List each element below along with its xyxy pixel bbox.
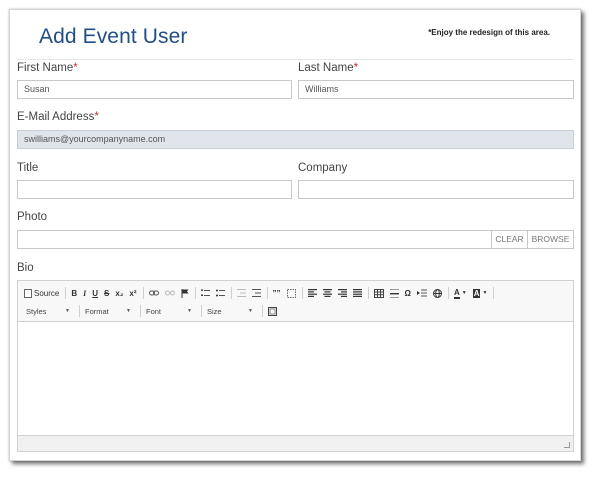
chevron-down-icon: ▼ — [187, 308, 192, 314]
page-title: Add Event User — [39, 25, 188, 48]
toolbar-separator — [266, 287, 268, 299]
font-dropdown[interactable]: Font ▼ — [146, 305, 196, 317]
text-color-icon: A — [453, 287, 460, 299]
iframe-globe-icon[interactable] — [432, 286, 442, 300]
underline-button[interactable]: U — [92, 286, 98, 300]
size-dropdown[interactable]: Size ▼ — [207, 305, 257, 317]
add-event-user-dialog: Add Event User *Enjoy the redesign of th… — [9, 9, 581, 461]
bio-rich-text-editor: Source B I U S x₂ x² ”” Ω A ▼ A ▼ Styles… — [17, 280, 574, 452]
chevron-down-icon: ▼ — [248, 308, 253, 314]
chevron-down-icon: ▼ — [65, 308, 70, 314]
first-name-label-text: First Name — [17, 62, 74, 74]
toolbar-separator — [367, 287, 369, 299]
browse-button[interactable]: BROWSE — [527, 230, 574, 249]
blockquote-icon[interactable]: ”” — [273, 286, 281, 300]
editor-toolbar: Source B I U S x₂ x² ”” Ω A ▼ A ▼ Styles… — [18, 281, 573, 322]
toolbar-separator — [493, 287, 495, 299]
format-dropdown[interactable]: Format ▼ — [85, 305, 135, 317]
source-button[interactable]: Source — [24, 286, 59, 300]
editor-status-bar — [18, 435, 573, 451]
background-color-icon: A — [472, 288, 481, 298]
toolbar-separator — [262, 305, 263, 317]
align-center-icon[interactable] — [322, 286, 332, 300]
toolbar-row-2: Styles ▼ Format ▼ Font ▼ Size ▼ — [24, 305, 283, 317]
toolbar-separator — [142, 287, 144, 299]
table-icon[interactable] — [373, 286, 384, 300]
link-icon[interactable] — [148, 286, 159, 300]
background-color-button[interactable]: A ▼ — [472, 286, 488, 300]
first-name-label: First Name* — [17, 62, 78, 74]
create-div-icon[interactable] — [286, 286, 296, 300]
toolbar-separator — [301, 287, 303, 299]
size-dropdown-label: Size — [207, 306, 222, 316]
toolbar-separator — [230, 287, 232, 299]
bold-button[interactable]: B — [71, 286, 77, 300]
maximize-icon[interactable] — [268, 304, 277, 318]
photo-label: Photo — [17, 211, 48, 223]
source-label: Source — [34, 288, 60, 298]
email-label: E-Mail Address* — [17, 111, 99, 123]
resize-grip-icon[interactable] — [564, 442, 570, 448]
numbered-list-icon[interactable] — [200, 286, 210, 300]
email-label-text: E-Mail Address — [17, 111, 95, 123]
chevron-down-icon: ▼ — [482, 290, 488, 296]
subscript-button[interactable]: x₂ — [115, 286, 123, 300]
title-input[interactable] — [17, 180, 292, 199]
document-icon — [24, 288, 32, 298]
company-label: Company — [298, 162, 348, 174]
italic-button[interactable]: I — [83, 286, 86, 300]
toolbar-separator — [79, 305, 80, 317]
superscript-button[interactable]: x² — [129, 286, 136, 300]
toolbar-separator — [140, 305, 141, 317]
toolbar-separator — [201, 305, 202, 317]
page-break-icon[interactable] — [416, 286, 427, 300]
first-name-input[interactable]: Susan — [17, 80, 292, 99]
bio-content-area[interactable] — [18, 322, 573, 435]
chevron-down-icon: ▼ — [461, 290, 467, 296]
title-label: Title — [17, 162, 39, 174]
toolbar-separator — [447, 287, 449, 299]
required-marker: * — [94, 111, 99, 123]
required-marker: * — [73, 62, 78, 74]
photo-path-input[interactable] — [17, 230, 492, 249]
align-right-icon[interactable] — [337, 286, 347, 300]
anchor-flag-icon[interactable] — [181, 286, 189, 300]
horizontal-line-icon[interactable] — [389, 286, 399, 300]
styles-dropdown[interactable]: Styles ▼ — [24, 305, 74, 317]
align-left-icon[interactable] — [307, 286, 317, 300]
bullet-list-icon[interactable] — [215, 286, 225, 300]
strikethrough-button[interactable]: S — [104, 286, 109, 300]
chevron-down-icon: ▼ — [126, 308, 131, 314]
unlink-icon[interactable] — [164, 286, 175, 300]
toolbar-separator — [194, 287, 196, 299]
header-divider — [17, 59, 573, 60]
justify-icon[interactable] — [352, 286, 362, 300]
outdent-icon[interactable] — [236, 286, 246, 300]
text-color-button[interactable]: A ▼ — [453, 286, 467, 300]
special-character-icon[interactable]: Ω — [405, 286, 411, 300]
toolbar-row-1: Source B I U S x₂ x² ”” Ω A ▼ A ▼ — [24, 286, 499, 300]
bio-label: Bio — [17, 262, 34, 274]
clear-button[interactable]: CLEAR — [491, 230, 528, 249]
company-input[interactable] — [298, 180, 574, 199]
redesign-notice: *Enjoy the redesign of this area. — [428, 28, 550, 37]
indent-icon[interactable] — [251, 286, 261, 300]
format-dropdown-label: Format — [85, 306, 109, 316]
last-name-input[interactable]: Williams — [298, 80, 574, 99]
required-marker: * — [353, 62, 359, 74]
last-name-label: Last Name* — [298, 62, 358, 74]
email-input[interactable]: swilliams@yourcompanyname.com — [17, 130, 574, 149]
styles-dropdown-label: Styles — [26, 306, 47, 316]
toolbar-separator — [65, 287, 67, 299]
font-dropdown-label: Font — [146, 306, 162, 316]
last-name-label-text: Last Name — [298, 62, 354, 74]
